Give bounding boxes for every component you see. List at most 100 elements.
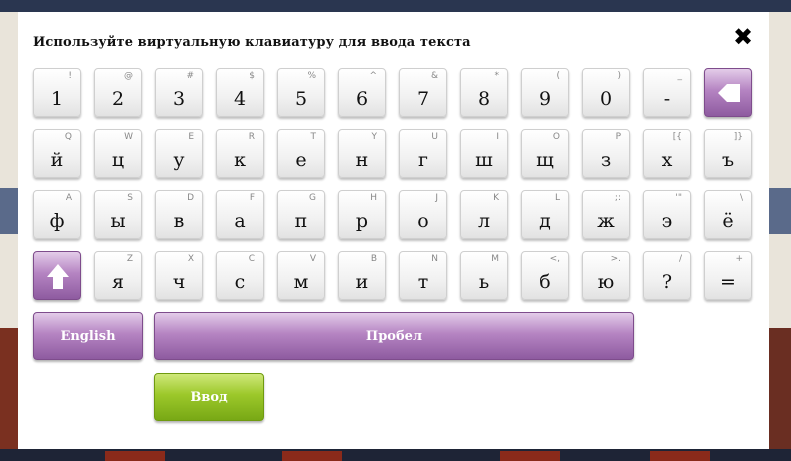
key-secondary-label: <, [549, 254, 560, 264]
key-1-2[interactable]: @2 [94, 68, 142, 117]
key-2-1[interactable]: Qй [33, 129, 81, 178]
key-3-12[interactable]: \ ё [704, 190, 752, 239]
key-secondary-label: ( [556, 71, 560, 81]
key-secondary-label: B [370, 254, 377, 264]
key-4-7[interactable]: Mь [460, 251, 508, 300]
key-primary-label: ? [661, 271, 673, 293]
key-3-11[interactable]: '" э [643, 190, 691, 239]
background-image [769, 328, 791, 461]
key-3-1[interactable]: Aф [33, 190, 81, 239]
key-secondary-label: ^ [369, 71, 377, 81]
key-2-3[interactable]: Eу [155, 129, 203, 178]
background-band [0, 188, 18, 234]
key-4-8[interactable]: <, б [521, 251, 569, 300]
key-secondary-label: ]} [733, 132, 743, 142]
key-2-6[interactable]: Yн [338, 129, 386, 178]
backspace-button[interactable] [704, 68, 752, 117]
key-4-4[interactable]: Vм [277, 251, 325, 300]
key-4-2[interactable]: Xч [155, 251, 203, 300]
key-secondary-label: Q [64, 132, 72, 142]
key-secondary-label: C [248, 254, 255, 264]
key-secondary-label: Z [126, 254, 133, 264]
key-2-9[interactable]: Oщ [521, 129, 569, 178]
key-secondary-label: >. [610, 254, 621, 264]
key-2-5[interactable]: Tе [277, 129, 325, 178]
key-secondary-label: ! [68, 71, 72, 81]
key-secondary-label: @ [124, 71, 133, 81]
key-3-10[interactable]: ;: ж [582, 190, 630, 239]
key-primary-label: в [173, 210, 185, 232]
key-primary-label: 9 [538, 88, 552, 110]
key-3-9[interactable]: Lд [521, 190, 569, 239]
dialog-title: Используйте виртуальную клавиатуру для в… [33, 35, 471, 50]
key-3-5[interactable]: Gп [277, 190, 325, 239]
close-icon[interactable]: ✖ [732, 25, 754, 49]
key-2-12[interactable]: ]} ъ [704, 129, 752, 178]
key-2-11[interactable]: [{х [643, 129, 691, 178]
key-primary-label: 6 [355, 88, 369, 110]
key-2-10[interactable]: Pз [582, 129, 630, 178]
key-secondary-label: ) [617, 71, 621, 81]
key-primary-label: г [418, 149, 428, 171]
key-3-2[interactable]: Sы [94, 190, 142, 239]
key-secondary-label: I [496, 132, 499, 142]
key-secondary-label: F [249, 193, 255, 203]
key-primary-label: э [661, 210, 673, 232]
key-primary-label: 7 [416, 88, 430, 110]
key-3-6[interactable]: Hр [338, 190, 386, 239]
key-primary-label: - [663, 88, 671, 110]
key-1-1[interactable]: ! 1 [33, 68, 81, 117]
key-1-8[interactable]: * 8 [460, 68, 508, 117]
space-label: Пробел [365, 328, 423, 344]
key-2-7[interactable]: Uг [399, 129, 447, 178]
key-4-9[interactable]: >. ю [582, 251, 630, 300]
key-3-8[interactable]: Kл [460, 190, 508, 239]
key-primary-label: к [234, 149, 246, 171]
key-4-3[interactable]: Cс [216, 251, 264, 300]
shift-button[interactable] [33, 251, 81, 300]
key-secondary-label: L [554, 193, 560, 203]
enter-button[interactable]: Ввод [154, 373, 264, 421]
key-4-5[interactable]: Bи [338, 251, 386, 300]
key-primary-label: 5 [294, 88, 308, 110]
key-secondary-label: V [309, 254, 316, 264]
key-primary-label: р [355, 210, 369, 232]
key-1-4[interactable]: $4 [216, 68, 264, 117]
key-2-8[interactable]: Iш [460, 129, 508, 178]
background-band [769, 188, 791, 234]
key-secondary-label: % [307, 71, 316, 81]
key-primary-label: з [600, 149, 612, 171]
background-page-footer [0, 449, 791, 461]
key-4-1[interactable]: Zя [94, 251, 142, 300]
key-2-2[interactable]: Wц [94, 129, 142, 178]
key-1-7[interactable]: & 7 [399, 68, 447, 117]
key-1-11[interactable]: _ - [643, 68, 691, 117]
key-1-10[interactable]: ) 0 [582, 68, 630, 117]
key-primary-label: л [477, 210, 491, 232]
key-3-4[interactable]: Fа [216, 190, 264, 239]
key-secondary-label: E [188, 132, 194, 142]
enter-label: Ввод [190, 389, 228, 405]
key-3-7[interactable]: Jо [399, 190, 447, 239]
key-1-3[interactable]: #3 [155, 68, 203, 117]
key-secondary-label: \ [739, 193, 743, 203]
key-1-5[interactable]: % 5 [277, 68, 325, 117]
key-1-9[interactable]: (9 [521, 68, 569, 117]
key-3-3[interactable]: Dв [155, 190, 203, 239]
key-secondary-label: U [431, 132, 438, 142]
key-primary-label: 2 [111, 88, 125, 110]
key-primary-label: с [234, 271, 246, 293]
key-primary-label: ц [111, 149, 125, 171]
space-button[interactable]: Пробел [154, 312, 634, 360]
key-primary-label: й [50, 149, 64, 171]
key-2-4[interactable]: Rк [216, 129, 264, 178]
key-4-6[interactable]: Nт [399, 251, 447, 300]
english-layout-button[interactable]: English [33, 312, 143, 360]
key-primary-label: я [112, 271, 124, 293]
key-secondary-label: R [248, 132, 255, 142]
key-4-10[interactable]: /? [643, 251, 691, 300]
key-1-6[interactable]: ^ 6 [338, 68, 386, 117]
virtual-keyboard-dialog: Используйте виртуальную клавиатуру для в… [18, 12, 769, 449]
key-secondary-label: D [187, 193, 194, 203]
key-4-11[interactable]: + = [704, 251, 752, 300]
